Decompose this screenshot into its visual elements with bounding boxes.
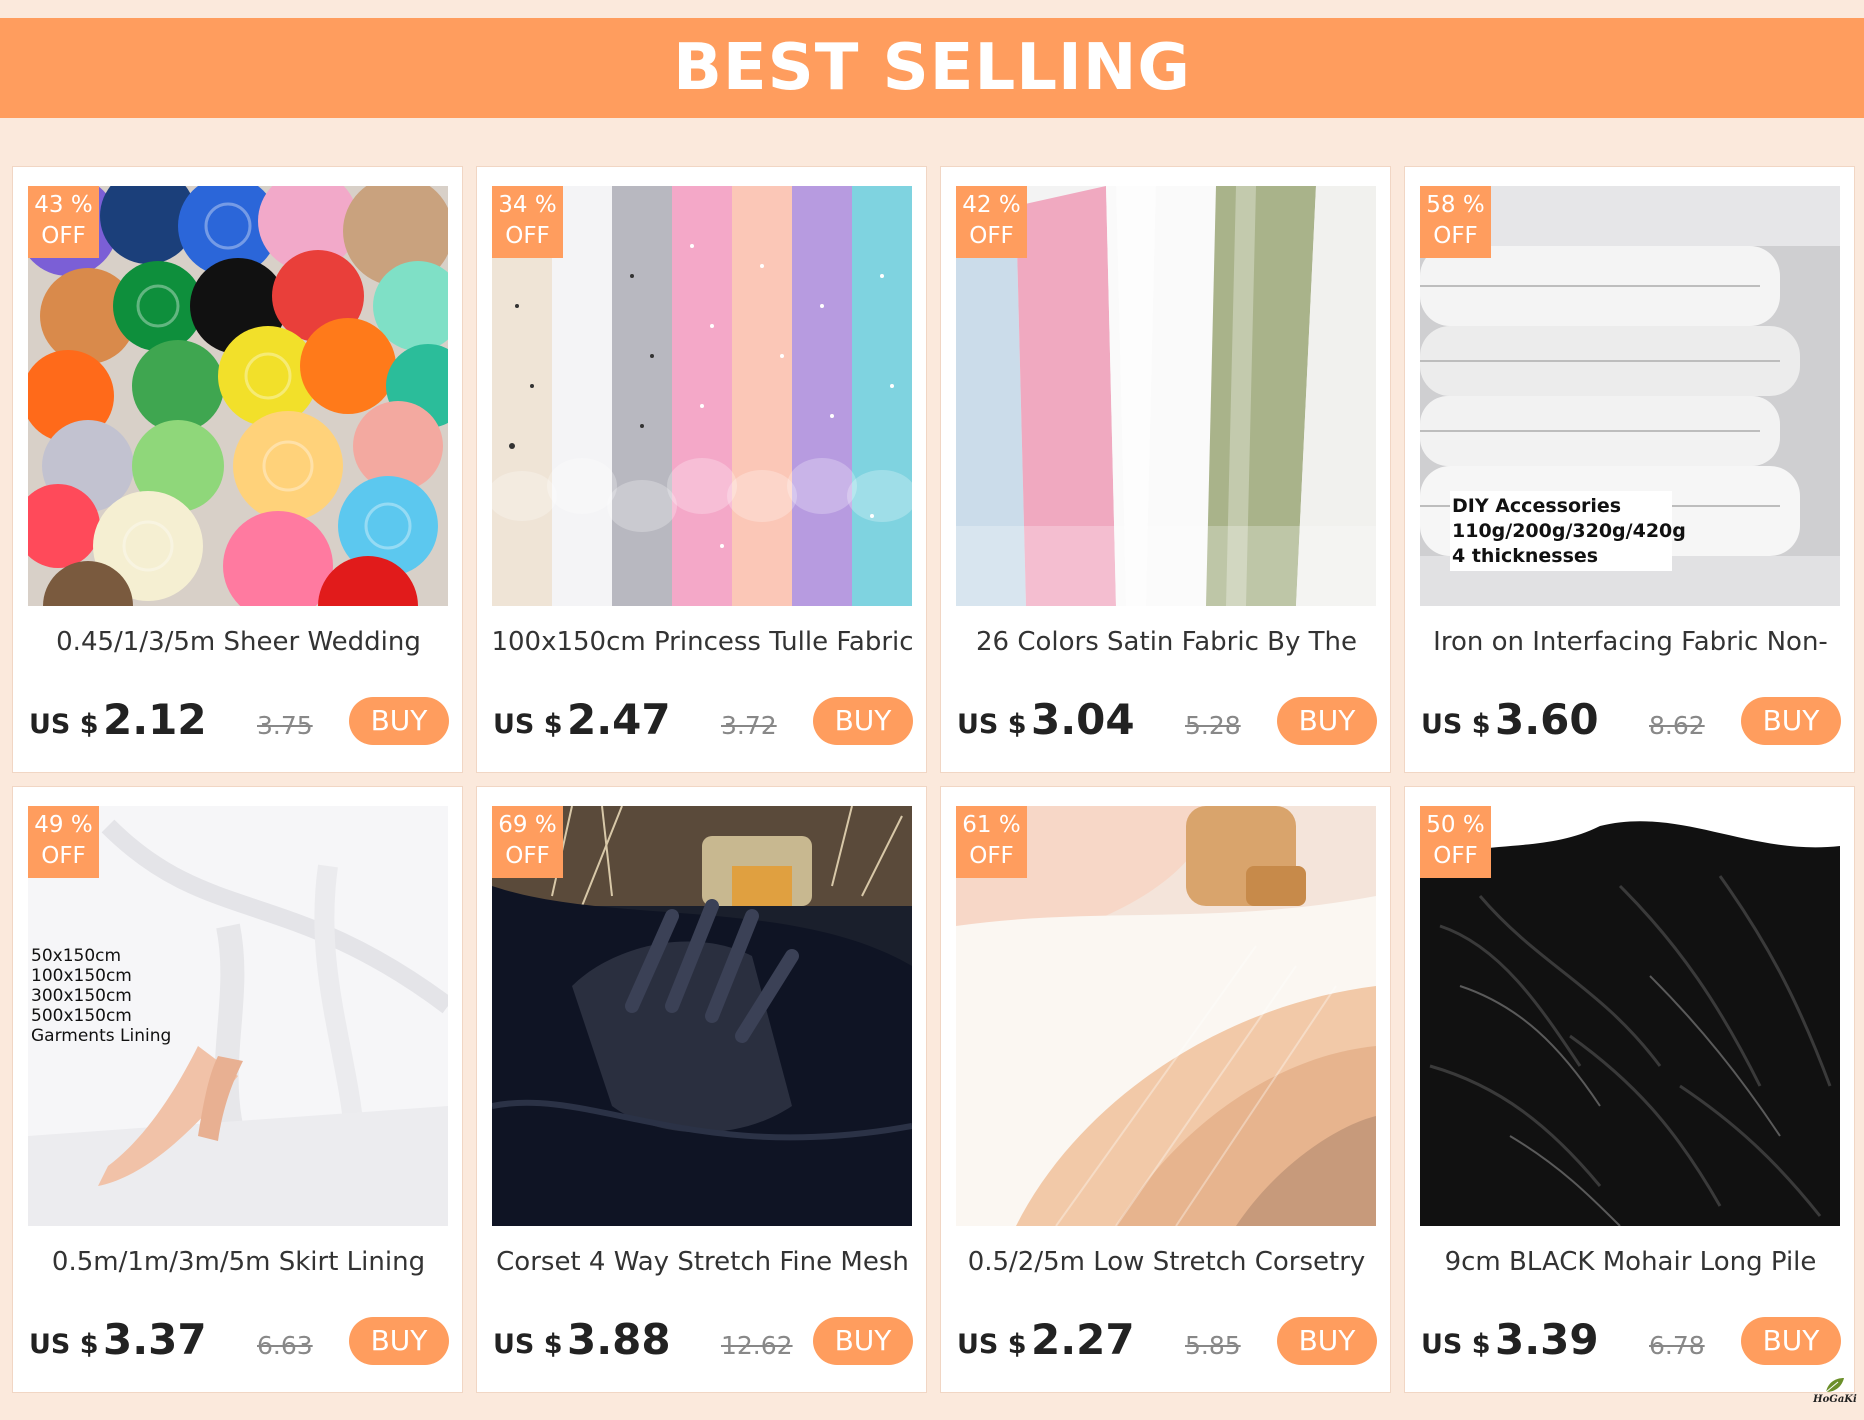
- currency-label: US $: [493, 1329, 563, 1360]
- buy-button[interactable]: BUY: [349, 697, 449, 745]
- discount-percent: 34 %: [498, 192, 557, 218]
- currency-label: US $: [29, 1329, 99, 1360]
- discount-percent: 69 %: [498, 812, 557, 838]
- product-title[interactable]: 9cm BLACK Mohair Long Pile: [1405, 1247, 1854, 1277]
- banner-title: BEST SELLING: [673, 31, 1191, 105]
- buy-button[interactable]: BUY: [1277, 1317, 1377, 1365]
- buy-button[interactable]: BUY: [1741, 1317, 1841, 1365]
- product-title[interactable]: 100x150cm Princess Tulle Fabric: [477, 627, 926, 657]
- original-price: 6.78: [1649, 1331, 1705, 1360]
- discount-off-label: OFF: [41, 843, 86, 869]
- discount-percent: 61 %: [962, 812, 1021, 838]
- price-bar: US $ 3.37 6.63 BUY: [29, 1315, 449, 1369]
- currency-label: US $: [957, 709, 1027, 740]
- discount-percent: 42 %: [962, 192, 1021, 218]
- price-bar: US $ 2.27 5.85 BUY: [957, 1315, 1377, 1369]
- image-overlay-text: 50x150cm 100x150cm 300x150cm 500x150cm G…: [31, 946, 172, 1046]
- product-card[interactable]: 69 % OFF Corset 4 Way Stretch Fine Mesh …: [476, 786, 927, 1393]
- discount-off-label: OFF: [41, 223, 86, 249]
- store-logo[interactable]: HoGaKi: [1810, 1376, 1860, 1416]
- original-price: 6.63: [257, 1331, 313, 1360]
- price-bar: US $ 2.47 3.72 BUY: [493, 695, 913, 749]
- sale-price: 3.39: [1495, 1315, 1599, 1364]
- original-price: 8.62: [1649, 711, 1705, 740]
- product-title[interactable]: 0.5m/1m/3m/5m Skirt Lining: [13, 1247, 462, 1277]
- discount-off-label: OFF: [969, 223, 1014, 249]
- discount-badge: 58 % OFF: [1420, 186, 1491, 258]
- discount-percent: 58 %: [1426, 192, 1485, 218]
- original-price: 12.62: [721, 1331, 793, 1360]
- discount-off-label: OFF: [1433, 843, 1478, 869]
- discount-percent: 43 %: [34, 192, 93, 218]
- discount-off-label: OFF: [969, 843, 1014, 869]
- currency-label: US $: [1421, 1329, 1491, 1360]
- discount-off-label: OFF: [1433, 223, 1478, 249]
- buy-button[interactable]: BUY: [813, 1317, 913, 1365]
- sale-price: 2.47: [567, 695, 671, 744]
- discount-percent: 49 %: [34, 812, 93, 838]
- discount-badge: 61 % OFF: [956, 806, 1027, 878]
- product-title[interactable]: 26 Colors Satin Fabric By The: [941, 627, 1390, 657]
- discount-off-label: OFF: [505, 223, 550, 249]
- product-card[interactable]: 50 % OFF 9cm BLACK Mohair Long Pile US $…: [1404, 786, 1855, 1393]
- price-bar: US $ 3.04 5.28 BUY: [957, 695, 1377, 749]
- price-bar: US $ 2.12 3.75 BUY: [29, 695, 449, 749]
- image-overlay-text: DIY Accessories 110g/200g/320g/420g 4 th…: [1452, 495, 1686, 567]
- price-bar: US $ 3.39 6.78 BUY: [1421, 1315, 1841, 1369]
- discount-badge: 69 % OFF: [492, 806, 563, 878]
- original-price: 3.72: [721, 711, 777, 740]
- sale-price: 3.37: [103, 1315, 207, 1364]
- discount-badge: 42 % OFF: [956, 186, 1027, 258]
- sale-price: 2.27: [1031, 1315, 1135, 1364]
- currency-label: US $: [493, 709, 563, 740]
- original-price: 5.28: [1185, 711, 1241, 740]
- product-card[interactable]: 34 % OFF 100x150cm Princess Tulle Fabric…: [476, 166, 927, 773]
- product-grid: 43 % OFF 0.45/1/3/5m Sheer Wedding US $ …: [12, 166, 1855, 1393]
- product-title[interactable]: 0.45/1/3/5m Sheer Wedding: [13, 627, 462, 657]
- product-card[interactable]: 42 % OFF 26 Colors Satin Fabric By The U…: [940, 166, 1391, 773]
- price-bar: US $ 3.60 8.62 BUY: [1421, 695, 1841, 749]
- product-card[interactable]: 61 % OFF 0.5/2/5m Low Stretch Corsetry U…: [940, 786, 1391, 1393]
- buy-button[interactable]: BUY: [1277, 697, 1377, 745]
- discount-badge: 50 % OFF: [1420, 806, 1491, 878]
- buy-button[interactable]: BUY: [813, 697, 913, 745]
- discount-badge: 43 % OFF: [28, 186, 99, 258]
- store-logo-text: HoGaKi: [1813, 1394, 1857, 1405]
- buy-button[interactable]: BUY: [349, 1317, 449, 1365]
- product-card[interactable]: DIY Accessories 110g/200g/320g/420g 4 th…: [1404, 166, 1855, 773]
- sale-price: 2.12: [103, 695, 207, 744]
- product-card[interactable]: 43 % OFF 0.45/1/3/5m Sheer Wedding US $ …: [12, 166, 463, 773]
- buy-button[interactable]: BUY: [1741, 697, 1841, 745]
- sale-price: 3.04: [1031, 695, 1135, 744]
- currency-label: US $: [1421, 709, 1491, 740]
- price-bar: US $ 3.88 12.62 BUY: [493, 1315, 913, 1369]
- currency-label: US $: [957, 1329, 1027, 1360]
- discount-badge: 49 % OFF: [28, 806, 99, 878]
- original-price: 5.85: [1185, 1331, 1241, 1360]
- currency-label: US $: [29, 709, 99, 740]
- product-card[interactable]: 50x150cm 100x150cm 300x150cm 500x150cm G…: [12, 786, 463, 1393]
- sale-price: 3.60: [1495, 695, 1599, 744]
- discount-badge: 34 % OFF: [492, 186, 563, 258]
- discount-off-label: OFF: [505, 843, 550, 869]
- discount-percent: 50 %: [1426, 812, 1485, 838]
- product-title[interactable]: Iron on Interfacing Fabric Non-: [1405, 627, 1854, 657]
- original-price: 3.75: [257, 711, 313, 740]
- product-title[interactable]: 0.5/2/5m Low Stretch Corsetry: [941, 1247, 1390, 1277]
- sale-price: 3.88: [567, 1315, 671, 1364]
- product-title[interactable]: Corset 4 Way Stretch Fine Mesh: [477, 1247, 926, 1277]
- best-selling-banner: BEST SELLING: [0, 18, 1864, 118]
- leaf-icon: [1825, 1378, 1844, 1393]
